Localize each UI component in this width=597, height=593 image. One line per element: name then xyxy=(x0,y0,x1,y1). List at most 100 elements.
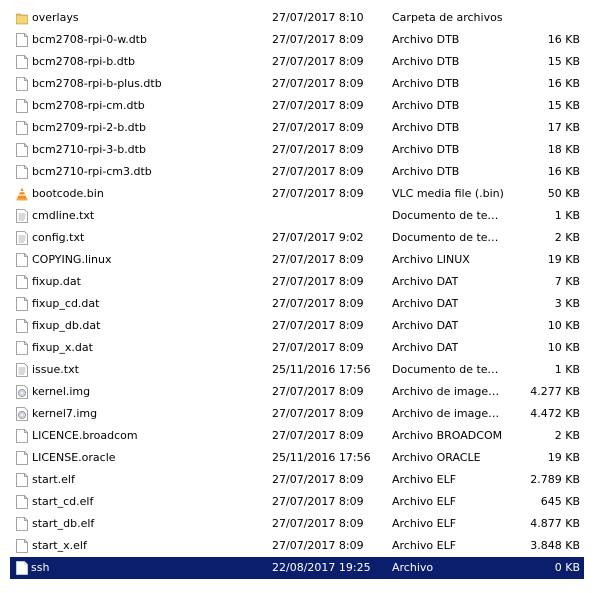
file-name: LICENSE.oracle xyxy=(32,451,116,464)
file-type: Documento de texto xyxy=(392,231,504,244)
file-date-modified: 27/07/2017 8:09 xyxy=(272,55,364,68)
file-name: LICENCE.broadcom xyxy=(32,429,138,442)
file-date-modified: 27/07/2017 8:10 xyxy=(272,11,364,24)
file-row[interactable]: bcm2710-rpi-cm3.dtb 27/07/2017 8:09 Archiv… xyxy=(0,161,597,183)
file-size: 3 KB xyxy=(554,297,580,310)
file-icon xyxy=(16,165,28,179)
file-row[interactable]: bcm2710-rpi-3-b.dtb 27/07/2017 8:09 Archiv… xyxy=(0,139,597,161)
file-size: 18 KB xyxy=(547,143,580,156)
file-date-modified: 27/07/2017 8:09 xyxy=(272,517,364,530)
file-type: Archivo DAT xyxy=(392,297,459,310)
file-icon xyxy=(16,539,28,553)
file-icon xyxy=(16,451,28,465)
file-name: cmdline.txt xyxy=(32,209,95,222)
file-size: 10 KB xyxy=(547,319,580,332)
file-name: COPYING.linux xyxy=(32,253,112,266)
file-date-modified: 27/07/2017 8:09 xyxy=(272,473,364,486)
file-icon xyxy=(16,495,28,509)
file-row[interactable]: start_cd.elf 27/07/2017 8:09 Archivo ELF 64… xyxy=(0,491,597,513)
file-size: 4.877 KB xyxy=(530,517,580,530)
file-icon xyxy=(16,99,28,113)
file-row[interactable]: cmdline.txt Documento de texto 1 KB xyxy=(0,205,597,227)
file-type: Documento de texto xyxy=(392,363,504,376)
file-icon xyxy=(16,429,28,443)
file-name: fixup_x.dat xyxy=(32,341,93,354)
file-row[interactable]: LICENCE.broadcom 27/07/2017 8:09 Archivo B… xyxy=(0,425,597,447)
file-type: Archivo DTB xyxy=(392,33,460,46)
file-type: Archivo de imagen ... xyxy=(392,407,504,420)
file-row[interactable]: issue.txt 25/11/2016 17:56 Documento de te… xyxy=(0,359,597,381)
file-date-modified: 27/07/2017 8:09 xyxy=(272,253,364,266)
file-size: 2.789 KB xyxy=(530,473,580,486)
file-row[interactable]: LICENSE.oracle 25/11/2016 17:56 Archivo OR… xyxy=(0,447,597,469)
file-date-modified: 27/07/2017 8:09 xyxy=(272,341,364,354)
file-date-modified: 27/07/2017 9:02 xyxy=(272,231,364,244)
file-name: bcm2710-rpi-3-b.dtb xyxy=(32,143,146,156)
file-name: fixup_cd.dat xyxy=(32,297,100,310)
file-date-modified: 27/07/2017 8:09 xyxy=(272,275,364,288)
file-size: 50 KB xyxy=(547,187,580,200)
file-type: Archivo DTB xyxy=(392,99,460,112)
file-icon xyxy=(16,341,28,355)
file-date-modified: 27/07/2017 8:09 xyxy=(272,297,364,310)
file-icon xyxy=(16,319,28,333)
file-row[interactable]: start_x.elf 27/07/2017 8:09 Archivo ELF 3.8… xyxy=(0,535,597,557)
file-size: 2 KB xyxy=(554,231,580,244)
file-name: bcm2708-rpi-cm.dtb xyxy=(32,99,145,112)
text-file-icon xyxy=(16,209,28,223)
file-type: Archivo DAT xyxy=(392,341,459,354)
file-type: Archivo xyxy=(392,561,434,574)
file-name: kernel7.img xyxy=(32,407,98,420)
file-type: Carpeta de archivos xyxy=(392,11,503,24)
file-type: Archivo de imagen ... xyxy=(392,385,504,398)
file-date-modified: 27/07/2017 8:09 xyxy=(272,539,364,552)
file-size: 19 KB xyxy=(547,253,580,266)
file-row[interactable]: kernel.img 27/07/2017 8:09 Archivo de imag… xyxy=(0,381,597,403)
file-name: ssh xyxy=(31,561,50,574)
file-row[interactable]: fixup_cd.dat 27/07/2017 8:09 Archivo DAT 3 … xyxy=(0,293,597,315)
file-size: 2 KB xyxy=(554,429,580,442)
file-icon xyxy=(16,253,28,267)
file-name: start_cd.elf xyxy=(32,495,94,508)
file-date-modified: 27/07/2017 8:09 xyxy=(272,385,364,398)
file-size: 19 KB xyxy=(547,451,580,464)
file-row[interactable]: bcm2709-rpi-2-b.dtb 27/07/2017 8:09 Archiv… xyxy=(0,117,597,139)
text-file-icon xyxy=(16,231,28,245)
file-name: start.elf xyxy=(32,473,75,486)
file-icon xyxy=(16,561,28,575)
file-size: 1 KB xyxy=(554,363,580,376)
file-name: bcm2708-rpi-b-plus.dtb xyxy=(32,77,162,90)
file-size: 17 KB xyxy=(547,121,580,134)
file-date-modified: 27/07/2017 8:09 xyxy=(272,143,364,156)
file-row[interactable]: bcm2708-rpi-0-w.dtb 27/07/2017 8:09 Archiv… xyxy=(0,29,597,51)
file-type: Archivo DAT xyxy=(392,275,459,288)
file-row[interactable]: ssh 22/08/2017 19:25 Archivo 0 KB xyxy=(10,557,584,579)
file-icon xyxy=(16,275,28,289)
file-date-modified: 27/07/2017 8:09 xyxy=(272,319,364,332)
file-name: bcm2708-rpi-0-w.dtb xyxy=(32,33,147,46)
file-type: Archivo DAT xyxy=(392,319,459,332)
file-row[interactable]: start_db.elf 27/07/2017 8:09 Archivo ELF 4.… xyxy=(0,513,597,535)
file-row[interactable]: bcm2708-rpi-b-plus.dtb 27/07/2017 8:09 Arc… xyxy=(0,73,597,95)
file-name: bootcode.bin xyxy=(32,187,104,200)
file-row[interactable]: overlays 27/07/2017 8:10 Carpeta de archiv… xyxy=(0,7,597,29)
file-row[interactable]: start.elf 27/07/2017 8:09 Archivo ELF 2.789… xyxy=(0,469,597,491)
file-row[interactable]: fixup_x.dat 27/07/2017 8:09 Archivo DAT 10 … xyxy=(0,337,597,359)
file-row[interactable]: bootcode.bin 27/07/2017 8:09 VLC media fil… xyxy=(0,183,597,205)
file-row[interactable]: bcm2708-rpi-b.dtb 27/07/2017 8:09 Archivo … xyxy=(0,51,597,73)
file-name: bcm2710-rpi-cm3.dtb xyxy=(32,165,152,178)
file-row[interactable]: kernel7.img 27/07/2017 8:09 Archivo de ima… xyxy=(0,403,597,425)
file-row[interactable]: COPYING.linux 27/07/2017 8:09 Archivo LINU… xyxy=(0,249,597,271)
file-name: kernel.img xyxy=(32,385,91,398)
file-row[interactable]: fixup_db.dat 27/07/2017 8:09 Archivo DAT 10… xyxy=(0,315,597,337)
file-row[interactable]: config.txt 27/07/2017 9:02 Documento de te… xyxy=(0,227,597,249)
file-size: 4.472 KB xyxy=(530,407,580,420)
file-row[interactable]: bcm2708-rpi-cm.dtb 27/07/2017 8:09 Archivo… xyxy=(0,95,597,117)
file-type: Archivo DTB xyxy=(392,121,460,134)
file-date-modified: 25/11/2016 17:56 xyxy=(272,451,371,464)
file-row[interactable]: fixup.dat 27/07/2017 8:09 Archivo DAT 7 KB xyxy=(0,271,597,293)
file-type: Archivo BROADCOM xyxy=(392,429,503,442)
disc-image-icon xyxy=(16,385,28,399)
file-size: 16 KB xyxy=(547,77,580,90)
file-date-modified: 25/11/2016 17:56 xyxy=(272,363,371,376)
